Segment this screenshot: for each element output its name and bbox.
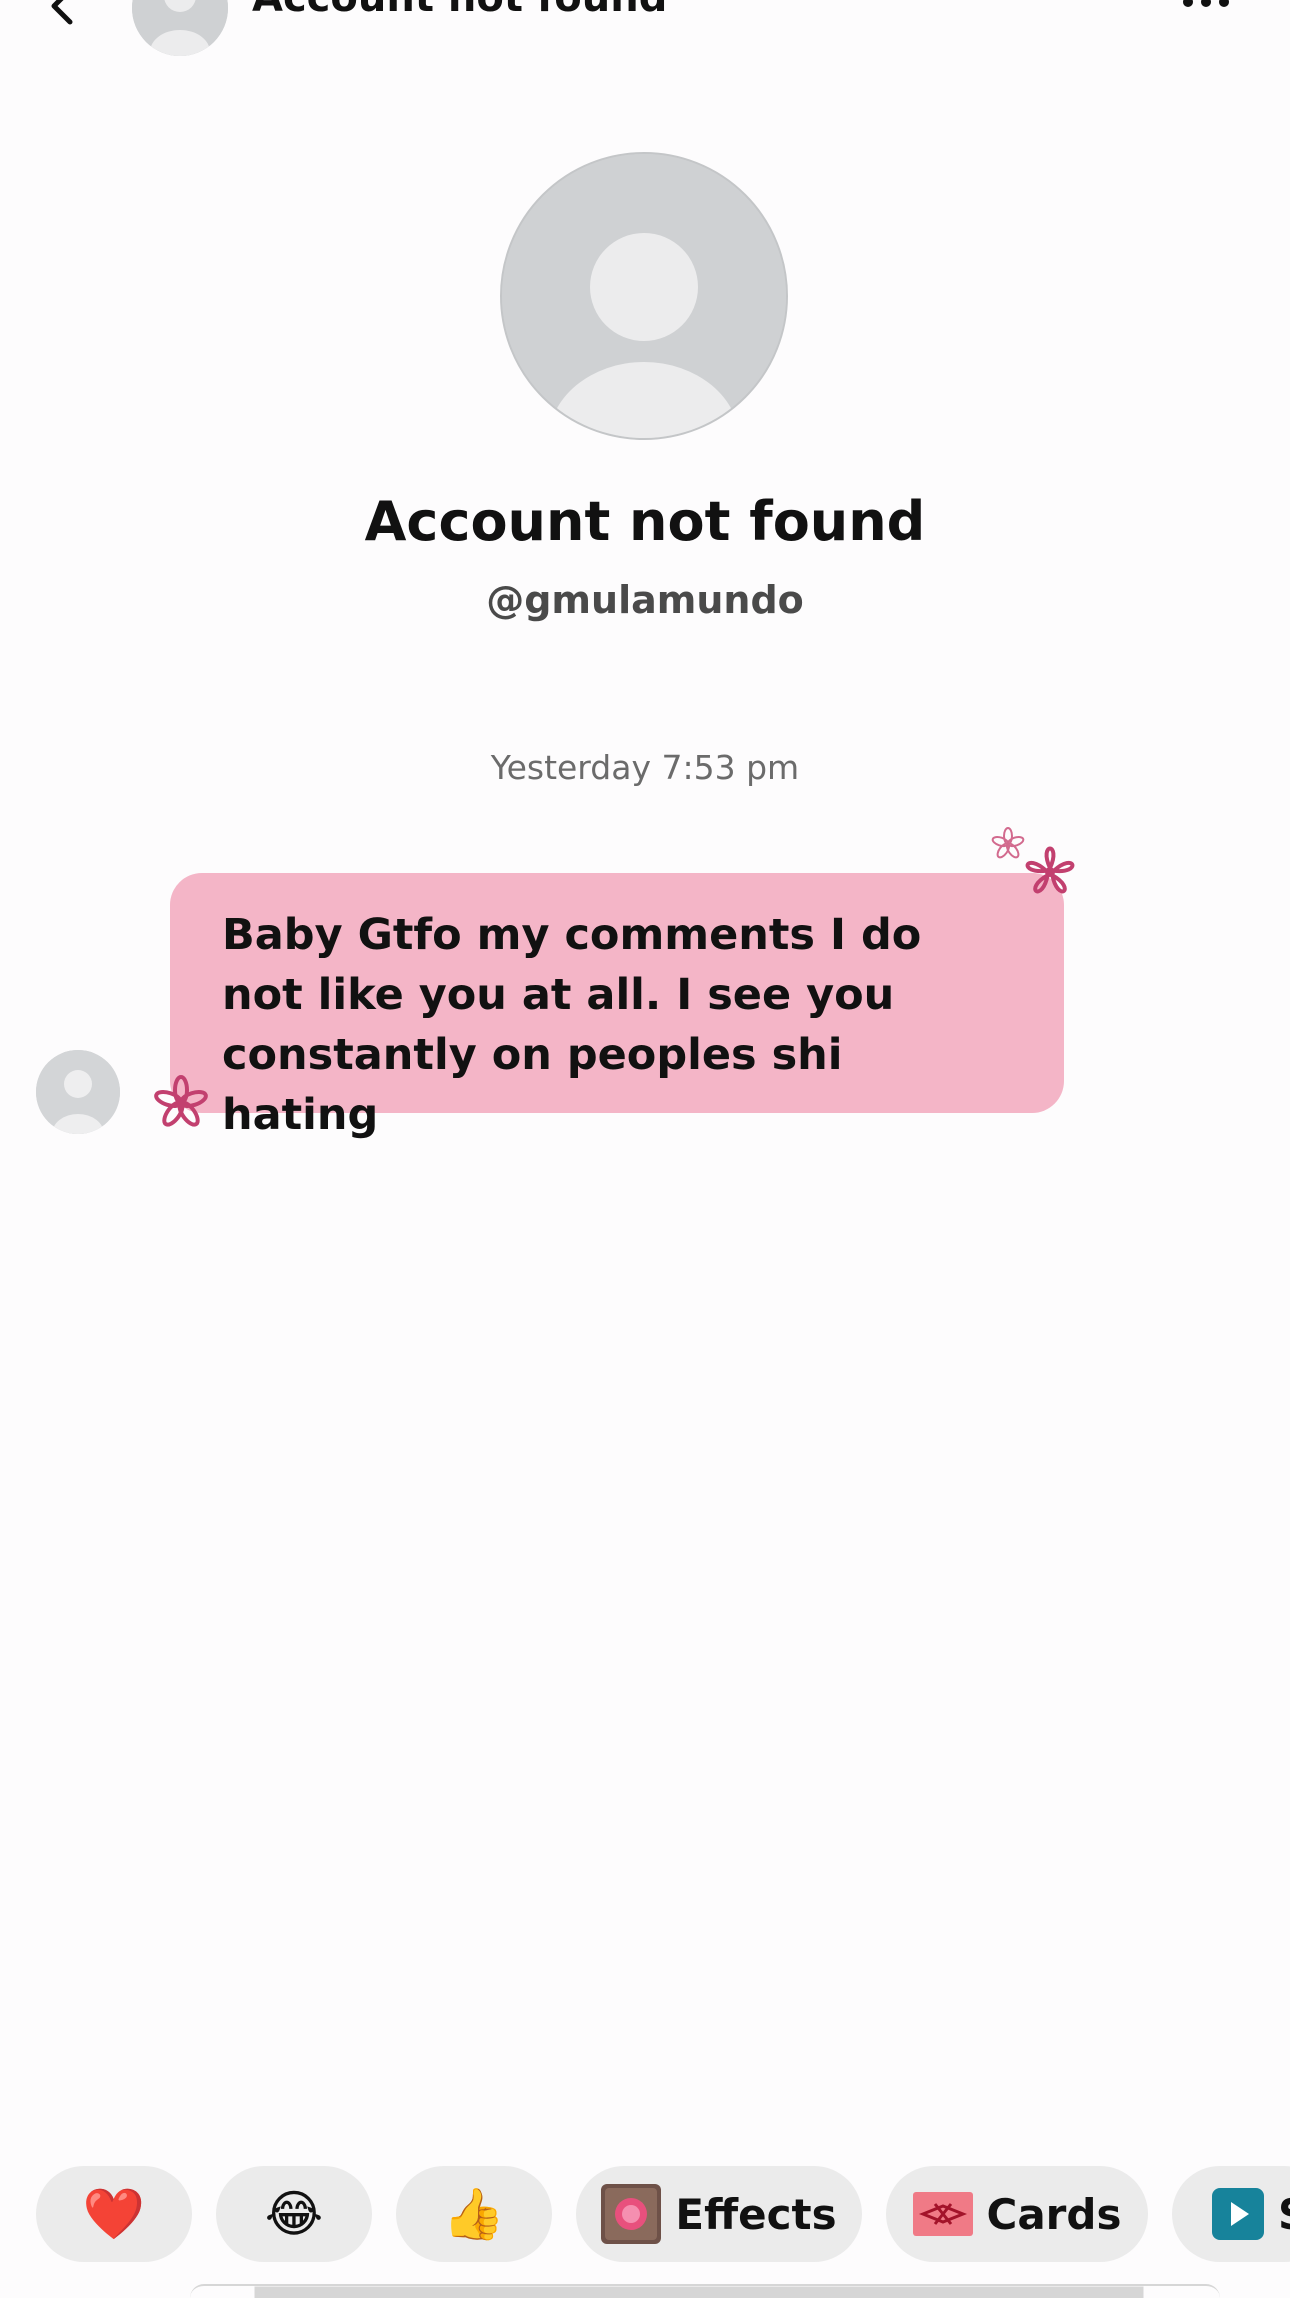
gift-card-icon [912, 2192, 973, 2236]
default-avatar-icon [502, 154, 786, 438]
flower-icon [154, 1075, 208, 1127]
effects-thumbnail-icon [601, 2184, 662, 2244]
profile-name: Account not found [364, 490, 926, 553]
cards-button[interactable]: Cards [886, 2166, 1148, 2262]
default-avatar-icon [132, 0, 228, 56]
message-bubble[interactable]: Baby Gtfo my comments I do not like you … [170, 873, 1064, 1140]
sender-avatar[interactable] [36, 1050, 120, 1134]
back-button[interactable] [34, 0, 94, 36]
effects-button[interactable]: Effects [576, 2166, 862, 2262]
chevron-left-icon [51, 0, 73, 25]
default-avatar-icon [36, 1050, 120, 1134]
third-quick-label: S [1278, 2190, 1290, 2239]
profile-avatar[interactable] [500, 152, 788, 440]
header-title: Account not found [252, 0, 667, 18]
heart-reaction-button[interactable]: ❤️ [36, 2166, 192, 2262]
more-options-button[interactable] [1170, 0, 1242, 22]
laughing-face-icon: 😂 [264, 2185, 324, 2243]
third-quick-button[interactable]: S [1172, 2166, 1290, 2262]
heart-icon: ❤️ [82, 2185, 146, 2243]
message-input-edge[interactable] [190, 2284, 1220, 2298]
more-horizontal-icon [1183, 0, 1193, 7]
thumbs-up-icon: 👍 [442, 2185, 506, 2243]
flower-icon [1025, 846, 1075, 894]
thumbs-up-reaction-button[interactable]: 👍 [396, 2166, 552, 2262]
message-timestamp: Yesterday 7:53 pm [490, 748, 800, 787]
cards-label: Cards [986, 2189, 1122, 2239]
profile-handle[interactable]: @gmulamundo [0, 578, 1290, 622]
effects-label: Effects [675, 2189, 837, 2239]
header-avatar[interactable] [132, 0, 228, 56]
laugh-reaction-button[interactable]: 😂 [216, 2166, 372, 2262]
play-icon [1212, 2188, 1264, 2240]
